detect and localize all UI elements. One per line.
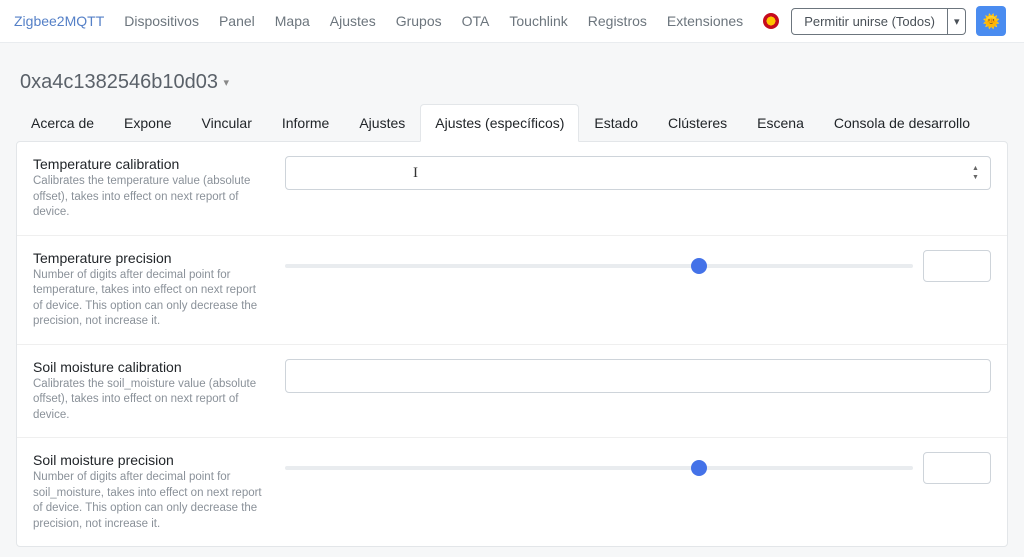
slider-track bbox=[285, 466, 913, 470]
permit-join-group: Permitir unirse (Todos) ▾ bbox=[791, 8, 966, 35]
tab-settings-specific[interactable]: Ajustes (específicos) bbox=[420, 104, 579, 142]
soil-moisture-precision-slider[interactable] bbox=[285, 458, 913, 478]
setting-desc: Calibrates the temperature value (absolu… bbox=[33, 174, 265, 221]
stepper-down-icon[interactable]: ▼ bbox=[972, 173, 986, 182]
setting-title: Temperature calibration bbox=[33, 156, 265, 172]
permit-join-dropdown[interactable]: ▾ bbox=[948, 8, 967, 35]
locale-flag-icon[interactable] bbox=[763, 13, 779, 29]
tab-scene[interactable]: Escena bbox=[742, 104, 819, 142]
tab-settings[interactable]: Ajustes bbox=[344, 104, 420, 142]
chevron-down-icon: ▾ bbox=[224, 77, 230, 89]
setting-desc: Calibrates the soil_moisture value (abso… bbox=[33, 377, 265, 424]
permit-join-button[interactable]: Permitir unirse (Todos) bbox=[791, 8, 948, 35]
setting-control bbox=[285, 452, 991, 484]
setting-title: Soil moisture calibration bbox=[33, 359, 265, 375]
nav-grupos[interactable]: Grupos bbox=[388, 9, 450, 33]
nav-mapa[interactable]: Mapa bbox=[267, 9, 318, 33]
setting-temperature-precision: Temperature precision Number of digits a… bbox=[17, 236, 1007, 345]
theme-toggle-button[interactable]: 🌞 bbox=[976, 6, 1006, 36]
temperature-precision-slider[interactable] bbox=[285, 256, 913, 276]
tab-bind[interactable]: Vincular bbox=[187, 104, 267, 142]
setting-control bbox=[285, 359, 991, 393]
sun-icon: 🌞 bbox=[983, 13, 1000, 30]
setting-temperature-calibration: Temperature calibration Calibrates the t… bbox=[17, 142, 1007, 236]
stepper-up-icon[interactable]: ▲ bbox=[972, 164, 986, 173]
slider-thumb[interactable] bbox=[691, 258, 707, 274]
device-name: 0xa4c1382546b10d03 bbox=[20, 71, 218, 93]
nav-ota[interactable]: OTA bbox=[454, 9, 498, 33]
setting-desc: Number of digits after decimal point for… bbox=[33, 470, 265, 532]
settings-card: Temperature calibration Calibrates the t… bbox=[16, 141, 1008, 547]
tab-report[interactable]: Informe bbox=[267, 104, 344, 142]
slider-thumb[interactable] bbox=[691, 460, 707, 476]
tab-devconsole[interactable]: Consola de desarrollo bbox=[819, 104, 985, 142]
nav-registros[interactable]: Registros bbox=[580, 9, 655, 33]
setting-desc: Number of digits after decimal point for… bbox=[33, 268, 265, 330]
top-navbar: Zigbee2MQTT Dispositivos Panel Mapa Ajus… bbox=[0, 0, 1024, 43]
setting-title: Soil moisture precision bbox=[33, 452, 265, 468]
device-tabs: Acerca de Expone Vincular Informe Ajuste… bbox=[16, 104, 1008, 142]
setting-control: I ▲ ▼ bbox=[285, 156, 991, 190]
setting-soil-moisture-precision: Soil moisture precision Number of digits… bbox=[17, 438, 1007, 546]
text-cursor-icon: I bbox=[413, 165, 418, 182]
tab-clusters[interactable]: Clústeres bbox=[653, 104, 742, 142]
nav-ajustes[interactable]: Ajustes bbox=[322, 9, 384, 33]
number-stepper[interactable]: ▲ ▼ bbox=[972, 160, 986, 186]
setting-soil-moisture-calibration: Soil moisture calibration Calibrates the… bbox=[17, 345, 1007, 439]
soil-moisture-precision-value[interactable] bbox=[923, 452, 991, 484]
nav-extensiones[interactable]: Extensiones bbox=[659, 9, 751, 33]
tab-state[interactable]: Estado bbox=[579, 104, 653, 142]
tab-about[interactable]: Acerca de bbox=[16, 104, 109, 142]
setting-label: Temperature calibration Calibrates the t… bbox=[33, 156, 265, 221]
tab-expose[interactable]: Expone bbox=[109, 104, 186, 142]
device-title-dropdown[interactable]: 0xa4c1382546b10d03 ▾ bbox=[16, 53, 1008, 104]
temperature-precision-value[interactable] bbox=[923, 250, 991, 282]
brand-link[interactable]: Zigbee2MQTT bbox=[14, 13, 104, 29]
soil-moisture-calibration-input[interactable] bbox=[285, 359, 991, 393]
setting-control bbox=[285, 250, 991, 282]
setting-label: Temperature precision Number of digits a… bbox=[33, 250, 265, 330]
nav-dispositivos[interactable]: Dispositivos bbox=[116, 9, 207, 33]
chevron-down-icon: ▾ bbox=[954, 16, 960, 28]
page-container: 0xa4c1382546b10d03 ▾ Acerca de Expone Vi… bbox=[0, 43, 1024, 557]
setting-label: Soil moisture precision Number of digits… bbox=[33, 452, 265, 532]
setting-label: Soil moisture calibration Calibrates the… bbox=[33, 359, 265, 424]
temperature-calibration-input[interactable]: I ▲ ▼ bbox=[285, 156, 991, 190]
setting-title: Temperature precision bbox=[33, 250, 265, 266]
nav-touchlink[interactable]: Touchlink bbox=[501, 9, 575, 33]
slider-track bbox=[285, 264, 913, 268]
nav-panel[interactable]: Panel bbox=[211, 9, 263, 33]
